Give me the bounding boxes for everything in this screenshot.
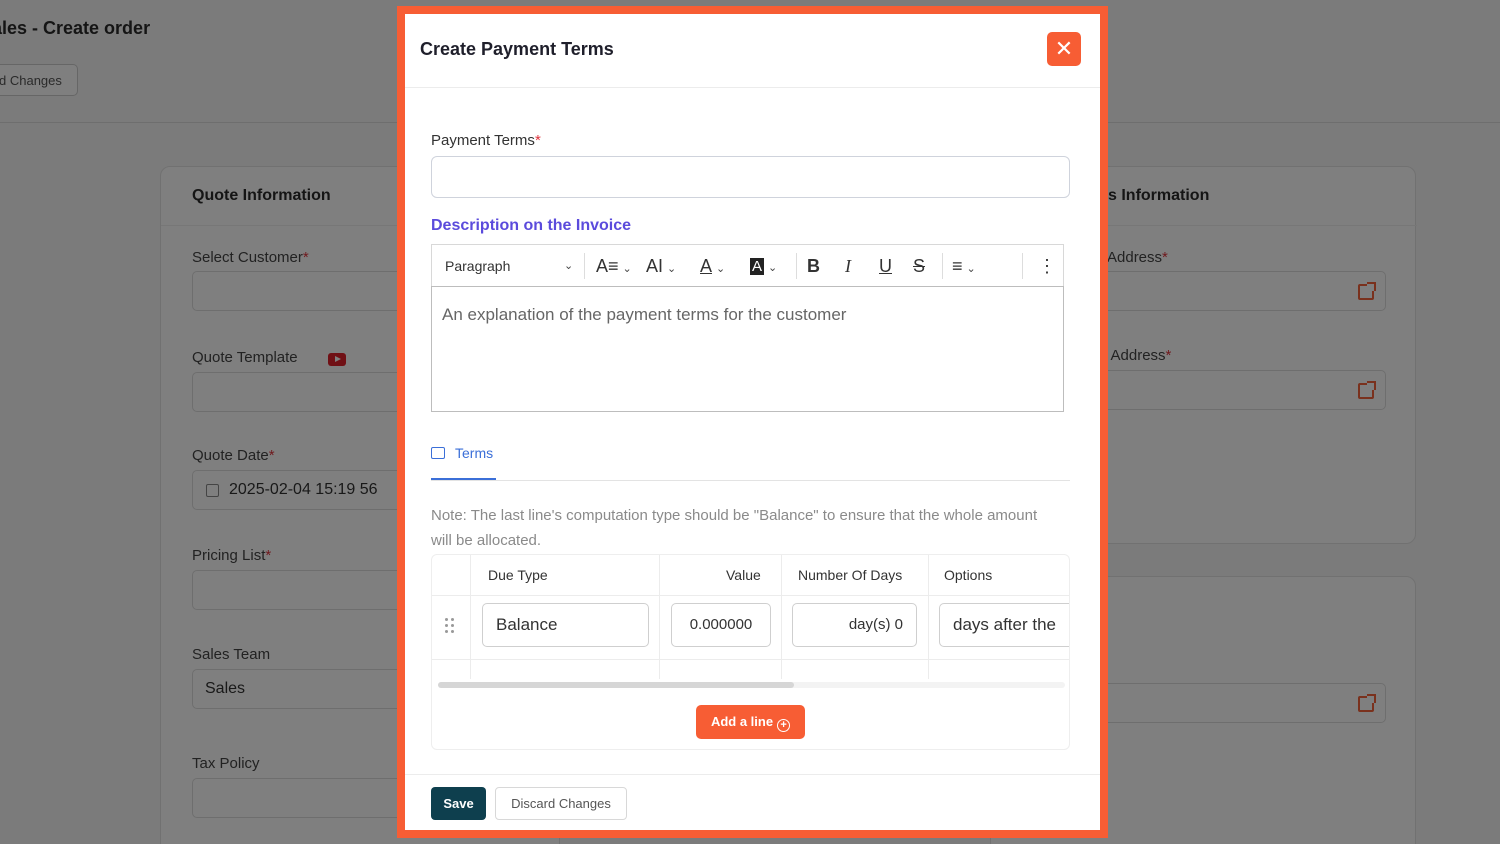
value-input[interactable]: 0.000000 — [671, 603, 771, 647]
drag-handle-icon[interactable] — [445, 618, 455, 634]
discard-changes-button[interactable]: Discard Changes — [495, 787, 627, 820]
due-type-select[interactable]: Balance — [482, 603, 649, 647]
column-divider — [659, 555, 660, 679]
font-size-button[interactable]: A≡ ⌄ — [596, 245, 632, 287]
payment-terms-input[interactable] — [431, 156, 1070, 198]
column-header-number-of-days: Number Of Days — [798, 567, 903, 583]
editor-text[interactable]: An explanation of the payment terms for … — [442, 305, 846, 325]
column-header-value: Value — [726, 567, 761, 583]
bold-icon: B — [807, 256, 820, 276]
payment-terms-label: Payment Terms* — [431, 132, 541, 149]
computation-note: Note: The last line's computation type s… — [431, 507, 1038, 549]
more-vertical-icon: ⋮ — [1038, 256, 1056, 276]
row-divider — [432, 659, 1069, 660]
align-button[interactable]: ≡ ⌄ — [952, 245, 976, 287]
close-icon: ✕ — [1054, 36, 1074, 61]
toolbar-separator — [584, 253, 585, 279]
column-divider — [781, 555, 782, 679]
save-button[interactable]: Save — [431, 787, 486, 820]
toolbar-separator — [1022, 253, 1023, 279]
close-button[interactable]: ✕ — [1047, 32, 1081, 66]
strikethrough-button[interactable]: S — [913, 245, 925, 287]
underline-icon: U — [879, 256, 892, 276]
bold-button[interactable]: B — [807, 245, 820, 287]
tab-bar-divider — [431, 480, 1070, 481]
column-header-options: Options — [944, 567, 993, 583]
column-divider — [928, 555, 929, 679]
footer-divider — [405, 774, 1100, 775]
italic-button[interactable]: I — [845, 245, 851, 287]
text-size-button[interactable]: AI ⌄ — [646, 245, 676, 287]
editor-toolbar: Paragraph ⌄ A≡ ⌄ AI ⌄ A ⌄ A ⌄ B I U S ≡ ⌄ ⋮ — [431, 244, 1064, 286]
font-color-button[interactable]: A ⌄ — [700, 245, 725, 287]
column-divider — [470, 555, 471, 679]
highlight-color-button[interactable]: A ⌄ — [750, 245, 777, 287]
options-select[interactable]: days after the — [939, 603, 1069, 647]
italic-icon: I — [845, 256, 851, 276]
scrollbar-thumb[interactable] — [438, 682, 794, 688]
chevron-down-icon: ⌄ — [564, 260, 574, 272]
block-style-dropdown[interactable]: Paragraph ⌄ — [445, 245, 575, 287]
chevron-down-icon: ⌄ — [622, 263, 632, 275]
create-payment-terms-modal: Create Payment Terms ✕ Payment Terms* De… — [405, 14, 1100, 830]
column-header-due-type: Due Type — [488, 567, 548, 583]
description-editor[interactable]: An explanation of the payment terms for … — [431, 286, 1064, 412]
chevron-down-icon: ⌄ — [667, 263, 677, 275]
plus-circle-icon: + — [777, 719, 791, 732]
font-size-icon: A≡ — [596, 256, 619, 276]
row-divider — [432, 595, 1069, 596]
modal-header: Create Payment Terms ✕ — [405, 14, 1100, 88]
add-line-button[interactable]: Add a line + — [696, 705, 805, 739]
description-label: Description on the Invoice — [431, 217, 632, 234]
modal-title: Create Payment Terms — [420, 39, 614, 59]
chevron-down-icon: ⌄ — [768, 262, 778, 274]
chevron-down-icon: ⌄ — [966, 263, 976, 275]
highlight-color-icon: A — [750, 258, 765, 275]
font-color-icon: A — [700, 256, 713, 276]
toolbar-separator — [796, 253, 797, 279]
align-left-icon: ≡ — [952, 256, 963, 276]
terms-table: Due Type Value Number Of Days Options Ba… — [431, 554, 1070, 750]
underline-button[interactable]: U — [879, 245, 892, 287]
chevron-down-icon: ⌄ — [716, 263, 726, 275]
toolbar-separator — [942, 253, 943, 279]
days-input[interactable]: day(s) 0 — [792, 603, 917, 647]
more-options-button[interactable]: ⋮ — [1038, 245, 1056, 287]
terms-icon — [431, 447, 445, 459]
text-size-icon: AI — [646, 256, 664, 276]
strikethrough-icon: S — [913, 256, 926, 276]
